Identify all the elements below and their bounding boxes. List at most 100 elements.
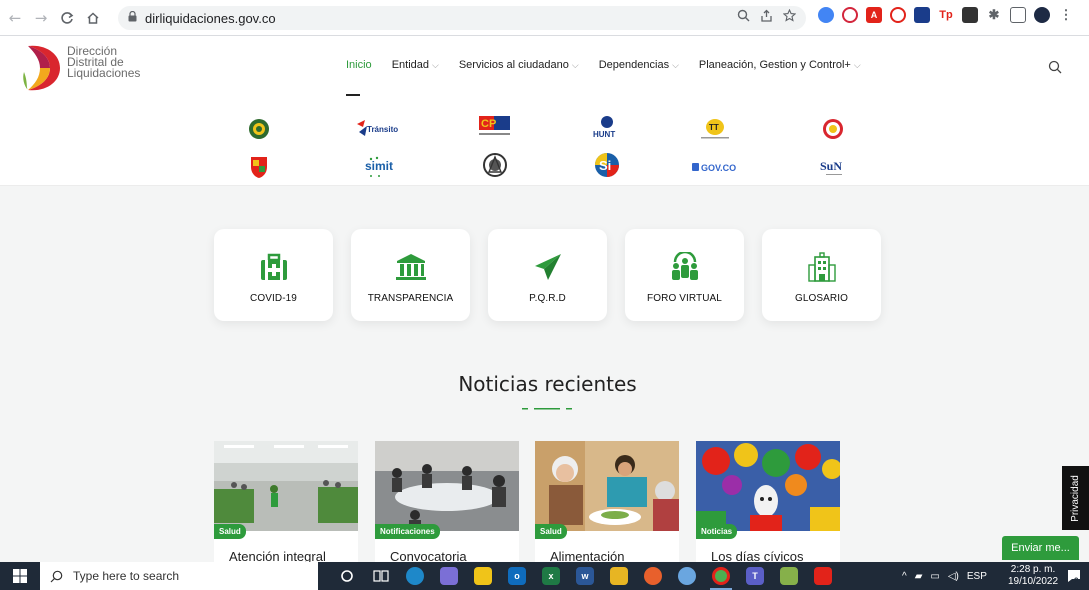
extension-pdf-icon[interactable]: A <box>866 7 882 23</box>
news-title[interactable]: Convocatoria <box>390 549 467 563</box>
cortana-icon[interactable] <box>330 562 364 590</box>
extension-g-icon[interactable] <box>890 7 906 23</box>
extension-dark-icon[interactable] <box>962 7 978 23</box>
news-thumbnail[interactable] <box>375 441 519 531</box>
news-thumbnail[interactable] <box>696 441 840 531</box>
volume-icon[interactable]: ◁) <box>948 571 959 582</box>
card-pqrd[interactable]: P.Q.R.D <box>488 229 607 321</box>
language-indicator[interactable]: ESP <box>967 571 987 582</box>
extension-blue-icon[interactable] <box>818 7 834 23</box>
store-icon[interactable] <box>466 562 500 590</box>
tray-chevron-icon[interactable]: ^ <box>902 571 907 582</box>
battery-icon[interactable]: ▭ <box>930 571 939 582</box>
start-button[interactable] <box>0 562 40 590</box>
simit-logo[interactable]: simit <box>352 154 402 180</box>
svg-text:simit: simit <box>365 159 393 173</box>
image-app-icon[interactable] <box>772 562 806 590</box>
acrobat-icon[interactable] <box>806 562 840 590</box>
news-card[interactable]: Notificaciones Convocatoria <box>375 441 519 563</box>
forward-button[interactable]: → <box>30 7 52 29</box>
cp-logo[interactable]: CP <box>470 114 520 140</box>
barranquilla-seal-icon[interactable] <box>470 152 520 178</box>
site-header: Dirección Distrital de Liquidaciones Ini… <box>0 36 1089 106</box>
nav-item-dependencias[interactable]: Dependencias ⌵ <box>599 59 679 71</box>
share-icon[interactable] <box>760 9 773 22</box>
taskbar-search-placeholder: Type here to search <box>73 569 180 583</box>
police-seal-icon[interactable] <box>234 116 284 142</box>
taskbar-search-box[interactable]: Type here to search <box>40 562 318 590</box>
card-covid19[interactable]: COVID-19 <box>214 229 333 321</box>
chrome-icon[interactable] <box>704 562 738 590</box>
notification-center-icon[interactable]: 2 <box>1066 568 1082 584</box>
edge-icon[interactable] <box>398 562 432 590</box>
colombia-seal-icon[interactable] <box>808 116 858 142</box>
privacy-tab[interactable]: Privacidad <box>1062 466 1089 530</box>
card-glosario[interactable]: GLOSARIO <box>762 229 881 321</box>
puzzle-icon[interactable]: ✱ <box>986 7 1002 23</box>
reload-button[interactable] <box>56 7 78 29</box>
active-nav-indicator <box>346 94 360 96</box>
extension-tp-icon[interactable]: Tp <box>938 7 954 23</box>
taskbar-clock[interactable]: 2:28 p. m. 19/10/2022 <box>1008 564 1058 588</box>
news-thumbnail[interactable] <box>214 441 358 531</box>
svg-text:Tránsito: Tránsito <box>367 125 398 134</box>
excel-icon[interactable]: x <box>534 562 568 590</box>
news-title[interactable]: Alimentación <box>550 549 624 563</box>
sun-logo[interactable]: SuN <box>808 154 858 180</box>
news-title[interactable]: Los días cívicos <box>711 549 804 563</box>
bookmark-star-icon[interactable] <box>783 9 796 22</box>
browser-toolbar: ← → dirliquidaciones.gov.co A Tp ✱ ⋮ <box>0 0 1089 36</box>
home-button[interactable] <box>82 7 104 29</box>
news-title[interactable]: Atención integral <box>229 549 326 563</box>
zoom-icon[interactable] <box>737 9 750 22</box>
chevron-down-icon: ⌵ <box>672 60 679 70</box>
svg-text:2: 2 <box>1074 577 1079 585</box>
extension-block-icon[interactable] <box>842 7 858 23</box>
teams-icon[interactable]: T <box>738 562 772 590</box>
city-building-icon <box>807 251 837 283</box>
profile-avatar-icon[interactable] <box>1034 7 1050 23</box>
nav-item-inicio[interactable]: Inicio <box>346 59 372 71</box>
news-card[interactable]: Noticias Los días cívicos <box>696 441 840 563</box>
news-card[interactable]: Salud Atención integral <box>214 441 358 563</box>
news-category-badge[interactable]: Salud <box>214 524 246 539</box>
paper-plane-icon <box>533 251 563 283</box>
card-foro-virtual[interactable]: FORO VIRTUAL <box>625 229 744 321</box>
svg-text:SuN: SuN <box>820 159 842 173</box>
word-icon[interactable]: w <box>568 562 602 590</box>
news-category-badge[interactable]: Salud <box>535 524 567 539</box>
nav-item-planeacion[interactable]: Planeación, Gestion y Control+ ⌵ <box>699 59 861 71</box>
task-view-icon[interactable] <box>364 562 398 590</box>
govco-logo[interactable]: GOV.CO <box>688 154 748 180</box>
transport-logo[interactable]: TT <box>690 116 740 142</box>
paint-icon[interactable] <box>670 562 704 590</box>
news-category-badge[interactable]: Noticias <box>696 524 738 539</box>
svg-text:Si: Si <box>599 158 611 173</box>
back-button[interactable]: ← <box>4 7 26 29</box>
wifi-icon[interactable]: ▰ <box>915 571 923 582</box>
photos-app-icon[interactable] <box>432 562 466 590</box>
ddl-logo-icon[interactable] <box>22 42 62 94</box>
logo-text[interactable]: Dirección Distrital de Liquidaciones <box>67 45 140 79</box>
file-explorer-icon[interactable] <box>602 562 636 590</box>
nav-item-entidad[interactable]: Entidad ⌵ <box>392 59 439 71</box>
atlantico-shield-icon[interactable] <box>234 154 284 180</box>
outlook-icon[interactable]: o <box>500 562 534 590</box>
news-card[interactable]: Salud Alimentación <box>535 441 679 563</box>
news-category-badge[interactable]: Notificaciones <box>375 524 440 539</box>
card-transparencia[interactable]: TRANSPARENCIA <box>351 229 470 321</box>
menu-dots-icon[interactable]: ⋮ <box>1058 7 1074 23</box>
extension-reader-icon[interactable] <box>914 7 930 23</box>
nav-item-servicios[interactable]: Servicios al ciudadano ⌵ <box>459 59 579 71</box>
card-label: FORO VIRTUAL <box>647 293 722 304</box>
search-icon[interactable] <box>1048 60 1062 74</box>
si-logo[interactable]: Si <box>582 152 632 178</box>
side-panel-icon[interactable] <box>1010 7 1026 23</box>
transito-logo[interactable]: Tránsito <box>352 116 402 142</box>
send-message-button[interactable]: Enviar me... <box>1002 536 1079 560</box>
card-label: TRANSPARENCIA <box>367 293 454 304</box>
news-thumbnail[interactable] <box>535 441 679 531</box>
hunt-logo[interactable]: HUNT <box>582 114 632 140</box>
address-bar[interactable]: dirliquidaciones.gov.co <box>118 6 806 30</box>
firefox-icon[interactable] <box>636 562 670 590</box>
